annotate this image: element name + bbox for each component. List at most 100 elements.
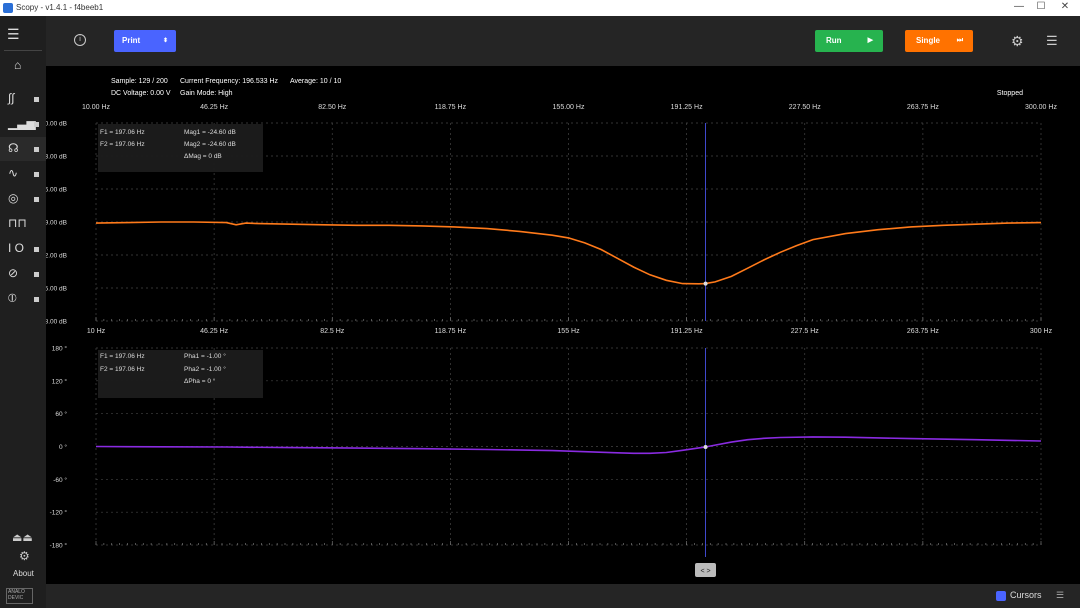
sidebar-item-network-analyzer[interactable]: ☊	[0, 137, 46, 161]
pha-f2: F2 = 197.06 Hz	[100, 366, 145, 373]
tool-status-indicator	[34, 197, 39, 202]
sidebar-item-home[interactable]: ⌂	[0, 54, 46, 78]
magnitude-cursor-readout: F1 = 197.06 Hz F2 = 197.06 Hz Mag1 = -24…	[98, 124, 263, 172]
y-tick-label: -25.00 dB	[46, 286, 67, 293]
y-tick-label: -19.00 dB	[46, 220, 67, 227]
device-icon[interactable]: ⏏⏏	[12, 531, 33, 544]
analog-devices-logo: ANALO DEVIC	[6, 588, 33, 604]
print-button[interactable]: Print ⬍	[114, 30, 176, 52]
signal-generator-icon: ∿	[8, 166, 19, 180]
single-button[interactable]: Single ⏭	[905, 30, 973, 52]
about-link[interactable]: About	[13, 569, 34, 578]
x-tick-label: 46.25 Hz	[200, 328, 229, 335]
y-tick-label: 0 °	[59, 443, 67, 451]
x-tick-label: 118.75 Hz	[435, 104, 467, 111]
power-supply-icon: ⊘	[8, 266, 19, 280]
run-label: Run	[826, 36, 842, 45]
maximize-button[interactable]: ☐	[1034, 1, 1048, 12]
y-tick-label: 120 °	[52, 377, 68, 385]
sidebar-item-spectrum[interactable]: ▁▃▅	[0, 112, 46, 136]
y-tick-label: 180 °	[52, 345, 68, 353]
pha-f1: F1 = 197.06 Hz	[100, 353, 145, 360]
x-tick-label: 10 Hz	[87, 328, 106, 335]
x-tick-label: 227.50 Hz	[789, 104, 821, 111]
digital-io-icon: I O	[8, 241, 25, 255]
dc-voltage-status: DC Voltage: 0.00 V	[111, 90, 171, 97]
x-tick-label: 46.25 Hz	[200, 104, 229, 111]
oscilloscope-icon: ∫∫	[8, 91, 15, 105]
delta-pha-value: ΔPha = 0 °	[184, 377, 216, 385]
info-icon[interactable]: i	[74, 34, 86, 46]
mag2-value: Mag2 = -24.60 dB	[184, 141, 236, 148]
sidebar-item-signal-generator[interactable]: ∿	[0, 162, 46, 186]
voltmeter-icon: ◎	[8, 191, 19, 205]
y-tick-label: 60 °	[55, 410, 67, 418]
run-state: Stopped	[997, 90, 1023, 97]
x-tick-label: 300 Hz	[1030, 328, 1053, 335]
step-icon: ⏭	[956, 37, 963, 44]
gain-mode-status: Gain Mode: High	[180, 90, 233, 97]
tool-status-indicator	[34, 147, 39, 152]
network-analyzer-icon: ☊	[8, 141, 19, 155]
menu-icon[interactable]: ☰	[7, 26, 20, 43]
sidebar: ☰ ⌂ ∫∫ ▁▃▅ ☊ ∿ ◎ ⊓⊓ I O ⊘ ⦶ ⏏⏏ ⚙ About ANALO DEVI…	[0, 16, 46, 608]
phase-cursor-readout: F1 = 197.06 Hz F2 = 197.06 Hz Pha1 = -1.…	[98, 350, 263, 398]
average-status: Average: 10 / 10	[290, 78, 341, 85]
play-icon: ▶	[867, 37, 873, 44]
sidebar-divider	[4, 50, 42, 51]
sidebar-item-oscilloscope[interactable]: ∫∫	[0, 87, 46, 111]
bottom-bar: Cursors ☰	[46, 584, 1080, 608]
sample-status: Sample: 129 / 200	[111, 78, 168, 85]
spectrum-icon: ▁▃▅	[8, 116, 36, 130]
bode-plots[interactable]: Sample: 129 / 200 Current Frequency: 196…	[39, 66, 1080, 584]
close-button[interactable]: ✕	[1058, 1, 1072, 12]
tool-status-indicator	[34, 247, 39, 252]
frequency-status: Current Frequency: 196.533 Hz	[180, 78, 279, 85]
sidebar-item-logic-analyzer[interactable]: ⦶	[0, 287, 46, 311]
pha2-value: Pha2 = -1.00 °	[184, 365, 226, 373]
x-tick-label: 227.5 Hz	[791, 328, 820, 335]
y-tick-label: -60 °	[53, 476, 67, 484]
title-bar: Scopy - v1.4.1 - f4beeb1 — ☐ ✕	[0, 0, 1080, 16]
y-tick-label: -16.00 dB	[46, 187, 67, 194]
magnitude-cursor-marker	[703, 281, 708, 286]
sidebar-item-power-supply[interactable]: ⊘	[0, 262, 46, 286]
pha1-value: Pha1 = -1.00 °	[184, 352, 226, 360]
pattern-generator-icon: ⊓⊓	[8, 216, 27, 230]
general-menu-icon[interactable]: ☰	[1046, 33, 1058, 49]
cursor-handle-arrows: < >	[700, 568, 710, 575]
x-tick-label: 263.75 Hz	[907, 104, 939, 111]
mag1-value: Mag1 = -24.60 dB	[184, 129, 236, 136]
x-tick-label: 191.25 Hz	[671, 104, 703, 111]
y-tick-label: -28.00 dB	[46, 319, 67, 326]
app-icon	[3, 3, 13, 13]
sidebar-item-pattern-generator[interactable]: ⊓⊓	[0, 212, 46, 236]
mag-f1: F1 = 197.06 Hz	[100, 129, 145, 136]
preferences-icon[interactable]: ⚙	[19, 549, 30, 563]
single-label: Single	[916, 36, 941, 45]
print-label: Print	[122, 36, 141, 45]
x-tick-label: 82.50 Hz	[318, 104, 347, 111]
y-tick-label: -120 °	[50, 509, 68, 517]
minimize-button[interactable]: —	[1012, 1, 1026, 12]
y-tick-label: -10.00 dB	[46, 121, 67, 128]
sidebar-item-digital-io[interactable]: I O	[0, 237, 46, 261]
plot-area: Sample: 129 / 200 Current Frequency: 196…	[39, 66, 1080, 584]
sidebar-item-voltmeter[interactable]: ◎	[0, 187, 46, 211]
x-tick-label: 191.25 Hz	[671, 328, 703, 335]
tool-status-indicator	[34, 97, 39, 102]
gear-icon[interactable]: ⚙	[1011, 33, 1024, 50]
cursors-checkbox[interactable]	[996, 591, 1006, 601]
cursors-menu-icon[interactable]: ☰	[1056, 590, 1064, 601]
tool-status-indicator	[34, 297, 39, 302]
x-tick-label: 300.00 Hz	[1025, 104, 1057, 111]
x-tick-label: 118.75 Hz	[435, 328, 467, 335]
y-tick-label: -13.00 dB	[46, 154, 67, 161]
home-icon: ⌂	[14, 58, 22, 72]
y-tick-label: -22.00 dB	[46, 253, 67, 260]
mag-f2: F2 = 197.06 Hz	[100, 141, 145, 148]
x-tick-label: 10.00 Hz	[82, 104, 111, 111]
cursor-handle[interactable]: < >	[695, 563, 716, 577]
x-tick-label: 263.75 Hz	[907, 328, 939, 335]
run-button[interactable]: Run ▶	[815, 30, 883, 52]
